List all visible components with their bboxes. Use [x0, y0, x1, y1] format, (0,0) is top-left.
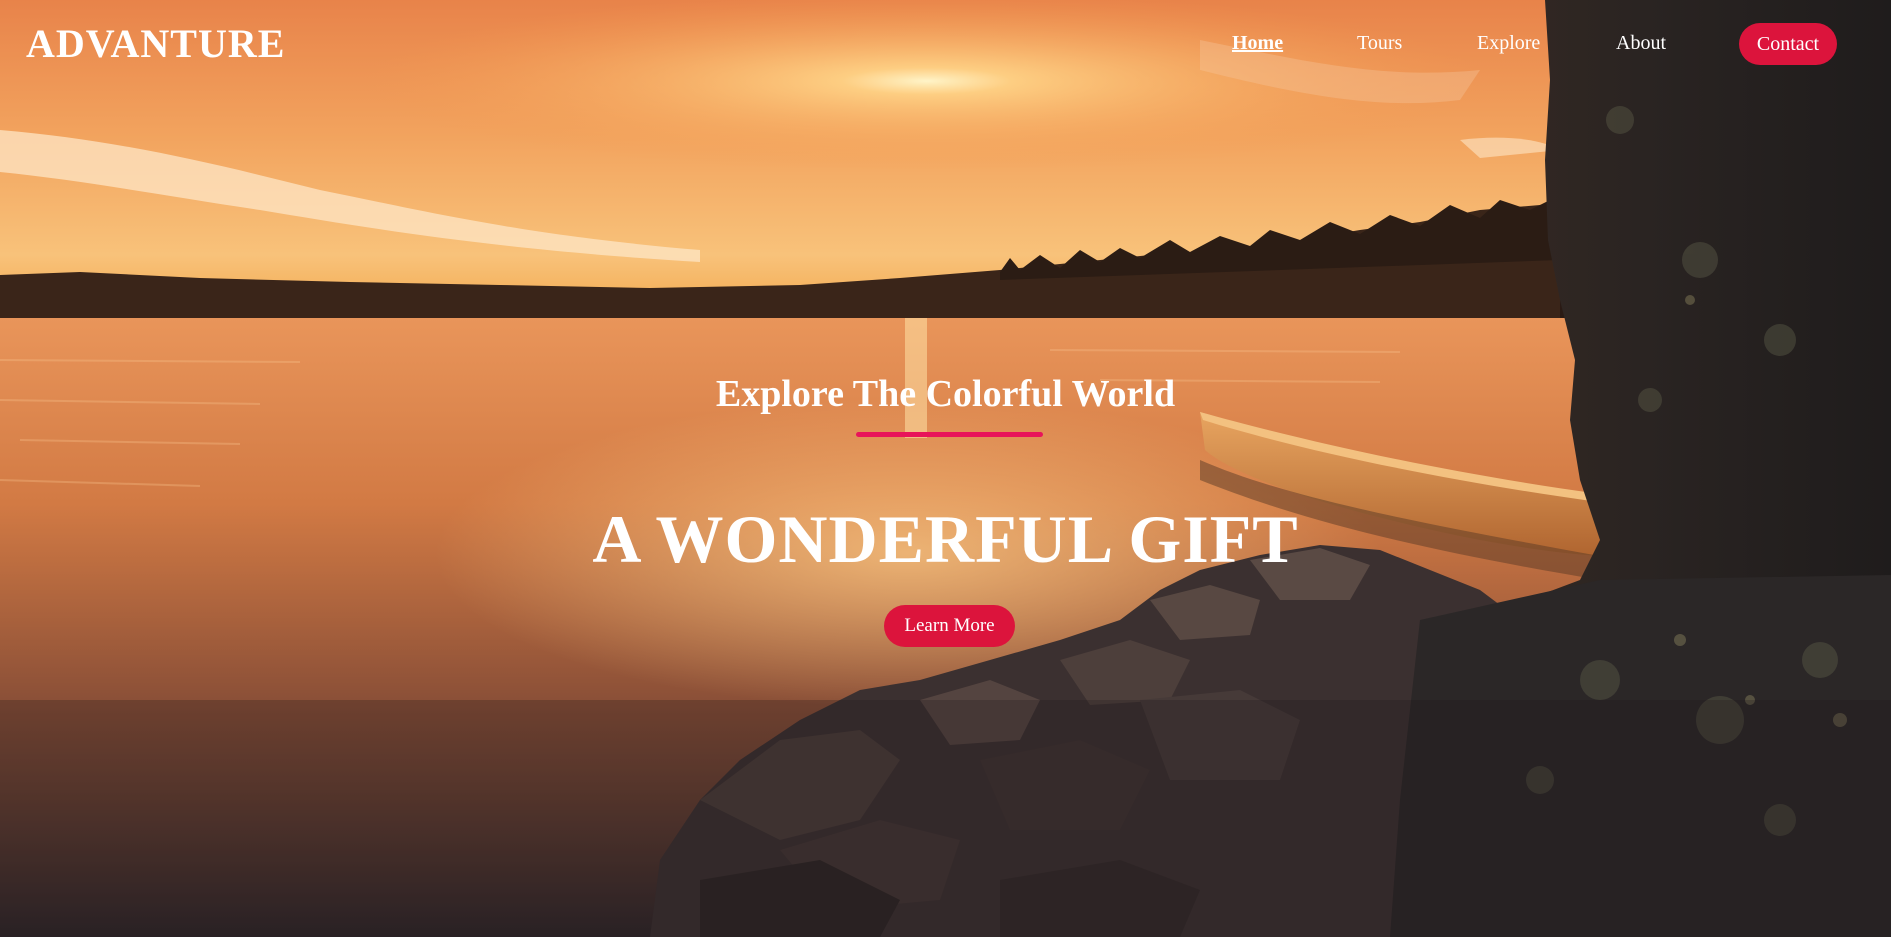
nav-explore-link[interactable]: Explore [1477, 32, 1540, 55]
contact-button[interactable]: Contact [1739, 23, 1837, 65]
hero-background-image [0, 0, 1891, 937]
hero-headline: A WONDERFUL GIFT [592, 501, 1299, 577]
hero-section: ADVANTURE Home Tours Explore About Conta… [0, 0, 1891, 937]
nav-about-link[interactable]: About [1616, 32, 1666, 55]
learn-more-button[interactable]: Learn More [884, 605, 1015, 647]
nav-home-link[interactable]: Home [1232, 32, 1283, 55]
top-navbar: ADVANTURE Home Tours Explore About Conta… [0, 0, 1891, 90]
tagline-underline [856, 432, 1043, 437]
nav-tours-link[interactable]: Tours [1357, 32, 1402, 55]
site-logo[interactable]: ADVANTURE [26, 20, 285, 67]
hero-tagline: Explore The Colorful World [715, 373, 1176, 415]
